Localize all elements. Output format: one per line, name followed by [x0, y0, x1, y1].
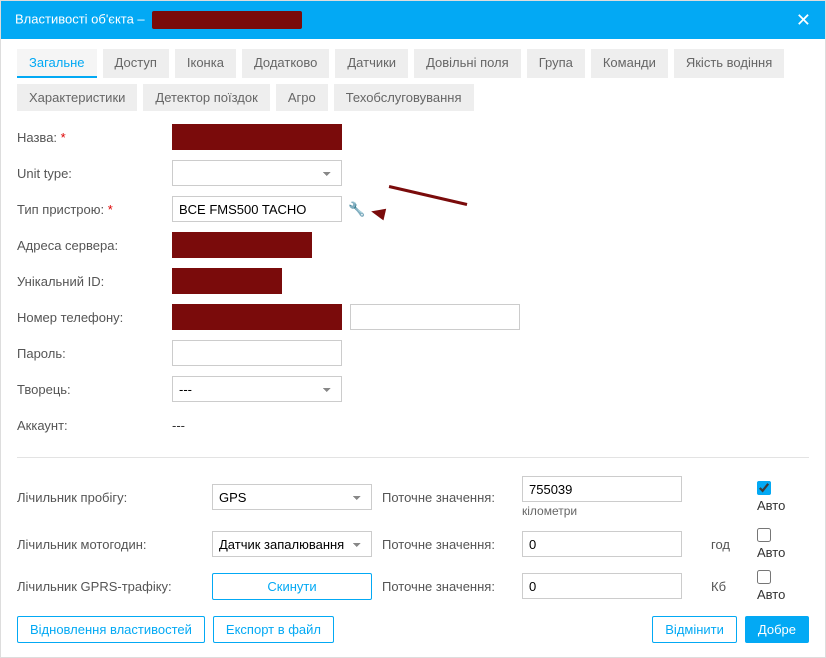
mileage-value-field[interactable] — [522, 476, 682, 502]
gprs-auto-label: Авто — [757, 587, 785, 602]
account-value: --- — [172, 418, 185, 433]
reset-button[interactable]: Скинути — [212, 573, 372, 600]
tab-drive-quality[interactable]: Якість водіння — [674, 49, 784, 78]
tab-agro[interactable]: Агро — [276, 84, 328, 111]
label-password: Пароль: — [17, 346, 172, 361]
engine-value-field[interactable] — [522, 531, 682, 557]
engine-unit: год — [707, 537, 757, 552]
object-name-redacted — [152, 11, 302, 29]
annotation-arrow — [377, 199, 467, 219]
engine-method-select[interactable]: Датчик запалювання — [212, 531, 372, 557]
ok-button[interactable]: Добре — [745, 616, 809, 643]
label-unique-id: Унікальний ID: — [17, 274, 172, 289]
phone-field-2[interactable] — [350, 304, 520, 330]
tab-icon[interactable]: Іконка — [175, 49, 236, 78]
password-field[interactable] — [172, 340, 342, 366]
tab-trip-detector[interactable]: Детектор поїздок — [143, 84, 269, 111]
label-engine-hours-counter: Лічильник мотогодин: — [17, 537, 212, 552]
device-type-field[interactable] — [172, 196, 342, 222]
title-bar: Властивості об'єкта – ✕ — [1, 1, 825, 39]
cancel-button[interactable]: Відмінити — [652, 616, 737, 643]
unique-id-field[interactable] — [172, 268, 282, 294]
tab-commands[interactable]: Команди — [591, 49, 668, 78]
gprs-unit: Кб — [707, 579, 757, 594]
engine-auto-label: Авто — [757, 545, 785, 560]
close-icon[interactable]: ✕ — [796, 11, 811, 29]
name-field[interactable] — [172, 124, 342, 150]
label-name: Назва: — [17, 130, 57, 145]
tab-group[interactable]: Група — [527, 49, 585, 78]
tabs: Загальне Доступ Іконка Додатково Датчики… — [17, 49, 809, 111]
tab-extra[interactable]: Додатково — [242, 49, 329, 78]
label-current-value-2: Поточне значення: — [382, 537, 522, 552]
label-current-value-3: Поточне значення: — [382, 579, 522, 594]
mileage-auto-checkbox[interactable] — [757, 481, 771, 495]
label-gprs-counter: Лічильник GPRS-трафіку: — [17, 579, 212, 594]
label-device-type: Тип пристрою: — [17, 202, 104, 217]
dialog-title: Властивості об'єкта – — [15, 11, 145, 26]
required-mark: * — [61, 130, 66, 145]
tab-sensors[interactable]: Датчики — [335, 49, 408, 78]
server-address-field[interactable] — [172, 232, 312, 258]
label-creator: Творець: — [17, 382, 172, 397]
phone-field-1[interactable] — [172, 304, 342, 330]
mileage-method-select[interactable]: GPS — [212, 484, 372, 510]
required-mark: * — [108, 202, 113, 217]
tab-general[interactable]: Загальне — [17, 49, 97, 78]
mileage-unit: кілометри — [522, 504, 707, 518]
creator-select[interactable]: --- — [172, 376, 342, 402]
label-current-value-1: Поточне значення: — [382, 490, 522, 505]
tab-custom-fields[interactable]: Довільні поля — [414, 49, 521, 78]
label-account: Аккаунт: — [17, 418, 172, 433]
tab-access[interactable]: Доступ — [103, 49, 169, 78]
separator — [17, 457, 809, 458]
mileage-auto-label: Авто — [757, 498, 785, 513]
label-server-addr: Адреса сервера: — [17, 238, 172, 253]
label-phone: Номер телефону: — [17, 310, 172, 325]
gprs-auto-checkbox[interactable] — [757, 570, 771, 584]
export-to-file-button[interactable]: Експорт в файл — [213, 616, 334, 643]
gprs-value-field[interactable] — [522, 573, 682, 599]
wrench-icon[interactable]: 🔧 — [348, 201, 365, 218]
tab-maintenance[interactable]: Техобслуговування — [334, 84, 474, 111]
unit-type-select[interactable] — [172, 160, 342, 186]
label-unit-type: Unit type: — [17, 166, 172, 181]
tab-characteristics[interactable]: Характеристики — [17, 84, 137, 111]
restore-properties-button[interactable]: Відновлення властивостей — [17, 616, 205, 643]
engine-auto-checkbox[interactable] — [757, 528, 771, 542]
label-mileage-counter: Лічильник пробігу: — [17, 490, 212, 505]
